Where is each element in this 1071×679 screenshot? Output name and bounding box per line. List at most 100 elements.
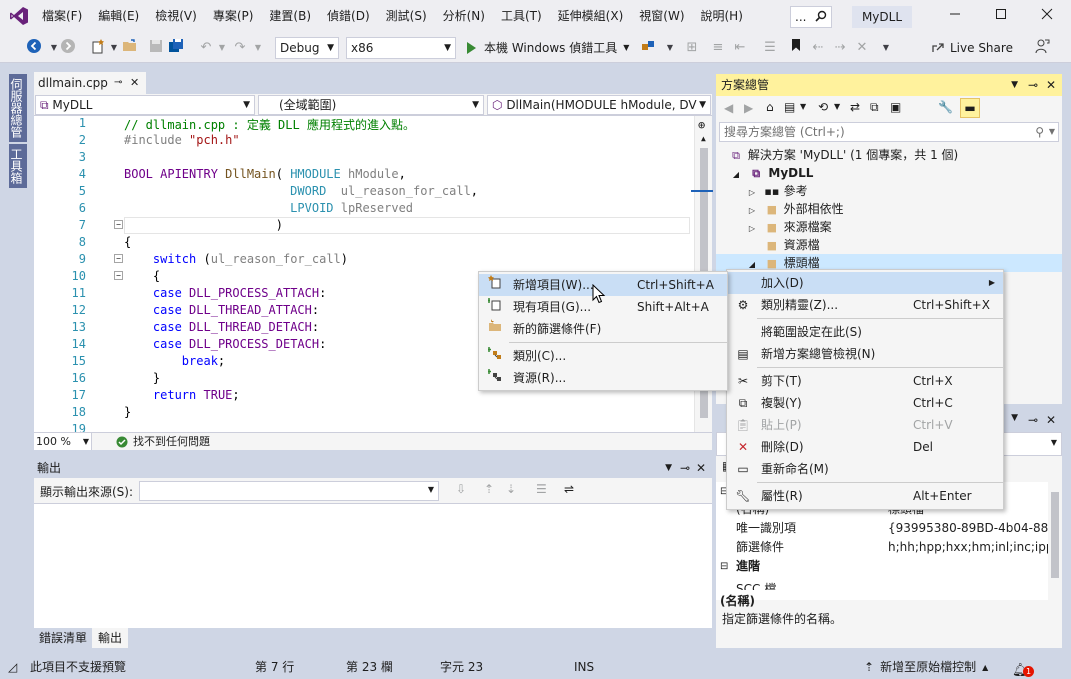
error-list-tab[interactable]: 錯誤清單 (34, 628, 92, 648)
notifications-button[interactable]: 🔔︎ 1 (1012, 659, 1034, 678)
menu-item-paste[interactable]: 📋︎ 貼上(P) Ctrl+V (727, 414, 1003, 436)
redo-icon[interactable]: ↷ (230, 38, 250, 58)
clear-all-icon[interactable]: ☰ (536, 482, 547, 496)
document-tab-dllmain[interactable]: dllmain.cpp ⊸ ✕ (34, 72, 146, 94)
hot-reload-icon[interactable] (638, 38, 658, 58)
tree-item-project[interactable]: ◢ ⧉ MyDLL (728, 164, 813, 182)
properties-wrench-icon[interactable]: 🔧 (938, 100, 953, 114)
menu-build[interactable]: 建置(B) (261, 0, 319, 33)
close-icon[interactable]: ✕ (1046, 413, 1056, 427)
tree-item-references[interactable]: ▷ ▪▪ 參考 (744, 182, 808, 200)
goto-message-icon[interactable]: ⇩ (456, 482, 466, 496)
server-explorer-tab[interactable]: 伺服器總管 (9, 74, 27, 142)
word-wrap-icon[interactable]: ⇌ (564, 482, 574, 496)
previous-message-icon[interactable]: ⇡ (484, 482, 494, 496)
back-icon[interactable]: ◀ (724, 101, 733, 115)
pin-icon[interactable]: ⊸ (1028, 413, 1038, 427)
menu-extensions[interactable]: 延伸模組(X) (550, 0, 632, 33)
collapse-icon[interactable]: − (114, 220, 123, 229)
menu-window[interactable]: 視窗(W) (631, 0, 692, 33)
pin-icon[interactable]: ⊸ (114, 77, 122, 88)
property-row[interactable]: SCC 檔 (716, 576, 1062, 590)
output-tab[interactable]: 輸出 (92, 628, 128, 648)
menu-analyze[interactable]: 分析(N) (435, 0, 493, 33)
clear-bookmarks-icon[interactable]: ✕ (852, 38, 872, 58)
pending-changes-icon[interactable]: ⟲ (818, 100, 828, 114)
save-icon[interactable] (146, 38, 166, 58)
save-all-icon[interactable] (166, 38, 186, 58)
chevron-down-icon[interactable]: ▼ (834, 102, 840, 111)
solution-configuration-select[interactable]: Debug ▼ (275, 37, 339, 59)
menu-item-new-explorer-view[interactable]: ▤ 新增方案總管檢視(N) (727, 343, 1003, 365)
add-to-source-control-button[interactable]: ⇡ 新增至原始檔控制 ▲ (864, 656, 988, 679)
close-icon[interactable]: ✕ (696, 458, 706, 478)
member-nav-select[interactable]: ⬡ DllMain(HMODULE hModule, DV ▼ (487, 95, 711, 115)
chevron-down-icon[interactable]: ▼ (800, 102, 806, 111)
back-icon[interactable] (24, 38, 44, 58)
visual-studio-logo-icon[interactable] (9, 6, 29, 26)
close-icon[interactable]: ✕ (1046, 74, 1056, 96)
menu-item-delete[interactable]: ✕ 刪除(D) Del (727, 436, 1003, 458)
outdent-icon[interactable]: ⇤ (730, 38, 750, 58)
sync-icon[interactable]: ⇄ (850, 100, 860, 114)
menu-item-copy[interactable]: ⧉ 複製(Y) Ctrl+C (727, 392, 1003, 414)
live-share-button[interactable]: Live Share (930, 37, 1013, 59)
pin-icon[interactable]: ⊸ (680, 458, 690, 478)
menu-item-add[interactable]: 加入(D) ▶ (727, 272, 1003, 294)
scope-nav-select[interactable]: (全域範圍) ▼ (258, 95, 484, 115)
property-scrollbar[interactable] (1048, 482, 1062, 600)
chevron-down-icon[interactable]: ▼ (248, 38, 268, 58)
split-icon[interactable]: ⊕ (698, 118, 705, 132)
property-value[interactable]: h;hh;hpp;hxx;hm;inl;inc;ipp;x (888, 538, 1048, 557)
open-folder-icon[interactable] (120, 38, 140, 58)
menu-item-rename[interactable]: ▭ 重新命名(M) (727, 458, 1003, 480)
next-bookmark-icon[interactable]: ⇢ (830, 38, 850, 58)
menu-debug[interactable]: 偵錯(D) (319, 0, 378, 33)
scroll-up-icon[interactable]: ▲ (701, 134, 706, 143)
property-row[interactable]: 唯一識別項 {93995380-89BD-4b04-88EI (716, 519, 1062, 538)
menu-item-scope-to-this[interactable]: 將範圍設定在此(S) (727, 321, 1003, 343)
menu-item-properties[interactable]: 🔧︎ 屬性(R) Alt+Enter (727, 485, 1003, 507)
tree-item-resource-files[interactable]: ■ 資源檔 (744, 236, 820, 254)
property-value[interactable]: {93995380-89BD-4b04-88EI (888, 519, 1048, 538)
tree-item-source-files[interactable]: ▷ ■ 來源檔案 (744, 218, 832, 236)
solution-platform-select[interactable]: x86 ▼ (346, 37, 456, 59)
menu-edit[interactable]: 編輯(E) (90, 0, 147, 33)
forward-icon[interactable] (58, 38, 78, 58)
tree-item-solution[interactable]: ⧉ 解決方案 'MyDLL' (1 個專案，共 1 個) (728, 146, 958, 164)
collapse-icon[interactable]: − (114, 254, 123, 263)
maximize-button[interactable] (978, 0, 1024, 33)
chevron-down-icon[interactable]: ▼ (1011, 413, 1018, 423)
step-icon[interactable]: ⊞ (682, 38, 702, 58)
prev-bookmark-icon[interactable]: ⇠ (808, 38, 828, 58)
menu-project[interactable]: 專案(P) (205, 0, 262, 33)
switch-views-icon[interactable]: ▤ (784, 100, 795, 114)
zoom-select[interactable]: 100 % ▼ (34, 433, 92, 450)
start-debugging-button[interactable]: 本機 Windows 偵錯工具 ▼ (464, 37, 629, 59)
menu-view[interactable]: 檢視(V) (147, 0, 205, 33)
home-icon[interactable]: ⌂ (766, 100, 774, 114)
quick-search-box[interactable]: ... (790, 6, 832, 28)
show-all-files-icon[interactable]: ▣ (890, 100, 901, 114)
submenu-item-resource[interactable]: 資源(R)... (479, 367, 727, 389)
tree-item-external-deps[interactable]: ▷ ■ 外部相依性 (744, 200, 844, 218)
preview-selected-icon[interactable]: ▬ (960, 98, 980, 118)
submenu-item-new-filter[interactable]: 新的篩選條件(F) (479, 318, 727, 340)
close-tab-icon[interactable]: ✕ (130, 76, 139, 89)
bookmark-icon[interactable] (786, 38, 806, 58)
close-window-button[interactable] (1024, 0, 1070, 33)
comment-icon[interactable]: ☰ (760, 38, 780, 58)
chevron-down-icon[interactable]: ▼ (1011, 74, 1018, 96)
status-insert-mode[interactable]: INS (574, 656, 594, 679)
collapse-icon[interactable]: ⊟ (720, 557, 728, 576)
output-source-select[interactable]: ▼ (139, 481, 439, 501)
menu-test[interactable]: 測試(S) (378, 0, 435, 33)
solution-search-input[interactable]: 搜尋方案總管 (Ctrl+;) ⚲ ▼ (719, 122, 1059, 142)
property-row[interactable]: 篩選條件 h;hh;hpp;hxx;hm;inl;inc;ipp;x (716, 538, 1062, 557)
chevron-down-icon[interactable]: ▼ (665, 458, 672, 478)
forward-icon[interactable]: ▶ (744, 101, 753, 115)
format-icon[interactable]: ≡ (708, 38, 728, 58)
menu-help[interactable]: 說明(H) (693, 0, 751, 33)
next-message-icon[interactable]: ⇣ (506, 482, 516, 496)
menu-item-cut[interactable]: ✂ 剪下(T) Ctrl+X (727, 370, 1003, 392)
